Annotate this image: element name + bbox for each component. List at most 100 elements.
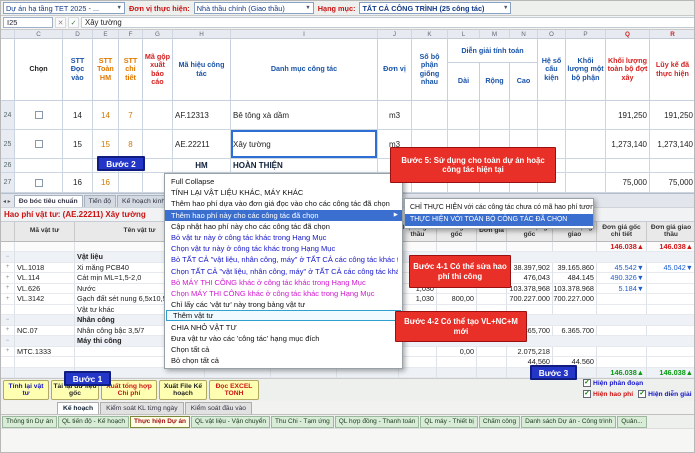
khoi-luong-goc-cell[interactable]: 38.397,902 [507, 263, 553, 274]
don-gia-chi-tiet-goc-cell[interactable] [597, 294, 647, 305]
khoi-luong-goc-cell[interactable]: 103.378,968 [507, 284, 553, 295]
column-letter[interactable]: I [231, 30, 378, 39]
khoi-luong-giao-cell[interactable]: 6.365.700 [553, 326, 597, 337]
col-header-cao[interactable]: Cao [510, 63, 538, 101]
detail-tab[interactable]: Đo bóc tiêu chuẩn [14, 195, 83, 207]
ma-vat-tu-cell[interactable] [15, 357, 75, 368]
chon-cell[interactable] [15, 159, 63, 173]
khoi-luong-giao-cell[interactable]: 39.165.860 [553, 263, 597, 274]
checkbox-checked-icon[interactable]: ✓ [638, 390, 646, 398]
main-tab[interactable]: Chấm công [479, 416, 520, 428]
col-header-stt-doc-vao[interactable]: STT Đọc vào [63, 39, 93, 101]
expand-icon[interactable]: + [1, 347, 15, 358]
col-header-kl-mot-bo-phan[interactable]: Khối lượng một bộ phận [566, 39, 606, 101]
column-letter[interactable]: J [378, 30, 412, 39]
empty-cell[interactable] [566, 173, 606, 193]
don-gia-chi-tiet-giao-cell[interactable]: 45.042▼ [647, 263, 695, 274]
main-tab[interactable]: QL hợp đồng - Thanh toán [335, 416, 420, 428]
chon-cell[interactable] [15, 130, 63, 159]
luy-ke-cell[interactable]: 191,250 [650, 101, 695, 130]
khoi-luong-giao-cell[interactable]: 484.145 [553, 273, 597, 284]
category-select[interactable]: TẤT CẢ CÔNG TRÌNH (25 công tác) ▼ [359, 2, 511, 14]
col-header-dai[interactable]: Dài [448, 63, 480, 101]
footer-button[interactable]: Tính lại vật tư [3, 380, 49, 400]
col-header-danh-muc[interactable]: Danh mục công tác [231, 39, 378, 101]
collapse-icon[interactable]: − [1, 252, 15, 263]
expand-icon[interactable] [1, 305, 15, 316]
danh-muc-cell[interactable]: Bê tông xà dầm [231, 101, 378, 130]
empty-cell[interactable] [566, 159, 606, 173]
don-gia-giao-cell[interactable] [477, 347, 507, 358]
detail-tab[interactable]: Tiến độ [84, 195, 116, 207]
menu-item[interactable]: Bỏ TẤT CẢ "vật liệu, nhân công, máy" ở T… [165, 254, 402, 265]
stt-doc-vao-cell[interactable]: 15 [63, 130, 93, 159]
menu-item[interactable]: Thêm hao phí này cho các công tác đã chọ… [165, 210, 402, 221]
don-gia-giao-cell[interactable] [477, 294, 507, 305]
plan-tab[interactable]: Kế hoạch [57, 402, 99, 414]
don-gia-chi-tiet-giao-cell[interactable] [647, 294, 695, 305]
menu-item[interactable]: Chọn TẤT CẢ "vật liệu, nhân công, máy" ở… [165, 266, 402, 277]
submenu-item[interactable]: THỰC HIỆN VỚI TOÀN BỘ CÔNG TÁC ĐÃ CHỌN [405, 214, 593, 227]
col-header-stt-toan-hm[interactable]: STT Toàn HM [93, 39, 119, 101]
column-letter[interactable]: O [538, 30, 566, 39]
menu-item[interactable]: Bỏ MÁY THI CÔNG khác ở công tác khác tro… [165, 277, 402, 288]
collapse-icon[interactable]: − [1, 315, 15, 326]
main-tab[interactable]: Thực hiện Dự án [130, 416, 190, 428]
ma-vat-tu-cell[interactable] [15, 305, 75, 316]
menu-item[interactable]: Thêm hao phí dựa vào đơn giá đọc vào cho… [165, 198, 402, 209]
menu-item[interactable]: Bỏ chọn tất cả [165, 355, 402, 366]
luy-ke-cell[interactable]: 75,000 [650, 173, 695, 193]
don-gia-chi-tiet-goc-cell[interactable]: 490.326▼ [597, 273, 647, 284]
luy-ke-cell[interactable]: 1,273,140 [650, 130, 695, 159]
ma-vat-tu-cell[interactable]: VL.114 [15, 273, 75, 284]
khoi-luong-giao-cell[interactable]: 103.378.968 [553, 284, 597, 295]
ma-vat-tu-cell[interactable]: VL.626 [15, 284, 75, 295]
column-letter[interactable]: C [15, 30, 63, 39]
don-gia-chi-tiet-giao-cell[interactable] [647, 326, 695, 337]
menu-item[interactable]: Chỉ lấy các 'vật tư' này trong bảng vật … [165, 299, 402, 310]
column-letter[interactable]: Q [606, 30, 650, 39]
don-vi-cell[interactable]: m3 [378, 101, 412, 130]
expand-icon[interactable]: + [1, 273, 15, 284]
col-header-ma-gop[interactable]: Mã gộp xuất báo cáo [143, 39, 173, 101]
don-gia-goc-cell[interactable]: 0,00 [437, 347, 477, 358]
footer-button[interactable]: Xuất File Kế hoạch [159, 380, 207, 400]
col-header-luy-ke[interactable]: Lũy kế đã thực hiện [650, 39, 695, 101]
column-letter[interactable]: F [119, 30, 143, 39]
plan-tab[interactable]: Kiểm soát KL từng ngày [100, 402, 184, 414]
empty-cell[interactable] [412, 101, 448, 130]
column-letter[interactable]: D [63, 30, 93, 39]
col-header-don-vi[interactable]: Đơn vị [378, 39, 412, 101]
kl-toan-bo-cell[interactable]: 1,273,140 [606, 130, 650, 159]
footer-button[interactable]: Đọc EXCEL TONH [209, 380, 259, 400]
row-checkbox[interactable] [35, 111, 43, 119]
main-tab[interactable]: QL tiến độ - Kế hoạch [58, 416, 129, 428]
don-gia-giao-cell[interactable] [477, 357, 507, 368]
main-tab[interactable]: Quản... [617, 416, 646, 428]
stt-toan-hm-cell[interactable]: 14 [93, 101, 119, 130]
stt-doc-vao-cell[interactable]: 16 [63, 173, 93, 193]
corner-cell[interactable] [1, 39, 15, 101]
sub-col-header[interactable]: Mã vật tư [15, 222, 75, 242]
main-tab[interactable]: Danh sách Dự án - Công trình [521, 416, 616, 428]
display-checkbox[interactable]: ✓Hiện phân đoạn [583, 379, 643, 387]
stt-chi-tiet-cell[interactable]: 8 [119, 130, 143, 159]
column-letter[interactable]: H [173, 30, 231, 39]
empty-cell[interactable] [510, 101, 538, 130]
he-so-gia-thau-cell[interactable]: 1,030 [399, 294, 437, 305]
khoi-luong-giao-cell[interactable] [553, 305, 597, 316]
menu-item[interactable]: Cập nhật hao phí này cho các công tác đã… [165, 221, 402, 232]
don-gia-chi-tiet-goc-cell[interactable]: 5.184▼ [597, 284, 647, 295]
stt-chi-tiet-cell[interactable]: 7 [119, 101, 143, 130]
luy-ke-cell[interactable] [650, 159, 695, 173]
ma-gop-cell[interactable] [143, 130, 173, 159]
ma-vat-tu-cell[interactable]: NC.07 [15, 326, 75, 337]
danh-muc-cell[interactable]: HOÀN THIỆN [231, 159, 378, 173]
row-checkbox[interactable] [35, 179, 43, 187]
formula-input[interactable]: Xây tường [81, 17, 695, 28]
project-select[interactable]: Dự án hạ tầng TET 2025 - ... ▼ [3, 2, 125, 14]
col-header-kl-toan-bo[interactable]: Khối lượng toàn bộ đợt xây [606, 39, 650, 101]
main-tab[interactable]: Thông tin Dự án [2, 416, 57, 428]
main-tab[interactable]: Thu Chi - Tạm ứng [271, 416, 334, 428]
column-letter[interactable]: G [143, 30, 173, 39]
